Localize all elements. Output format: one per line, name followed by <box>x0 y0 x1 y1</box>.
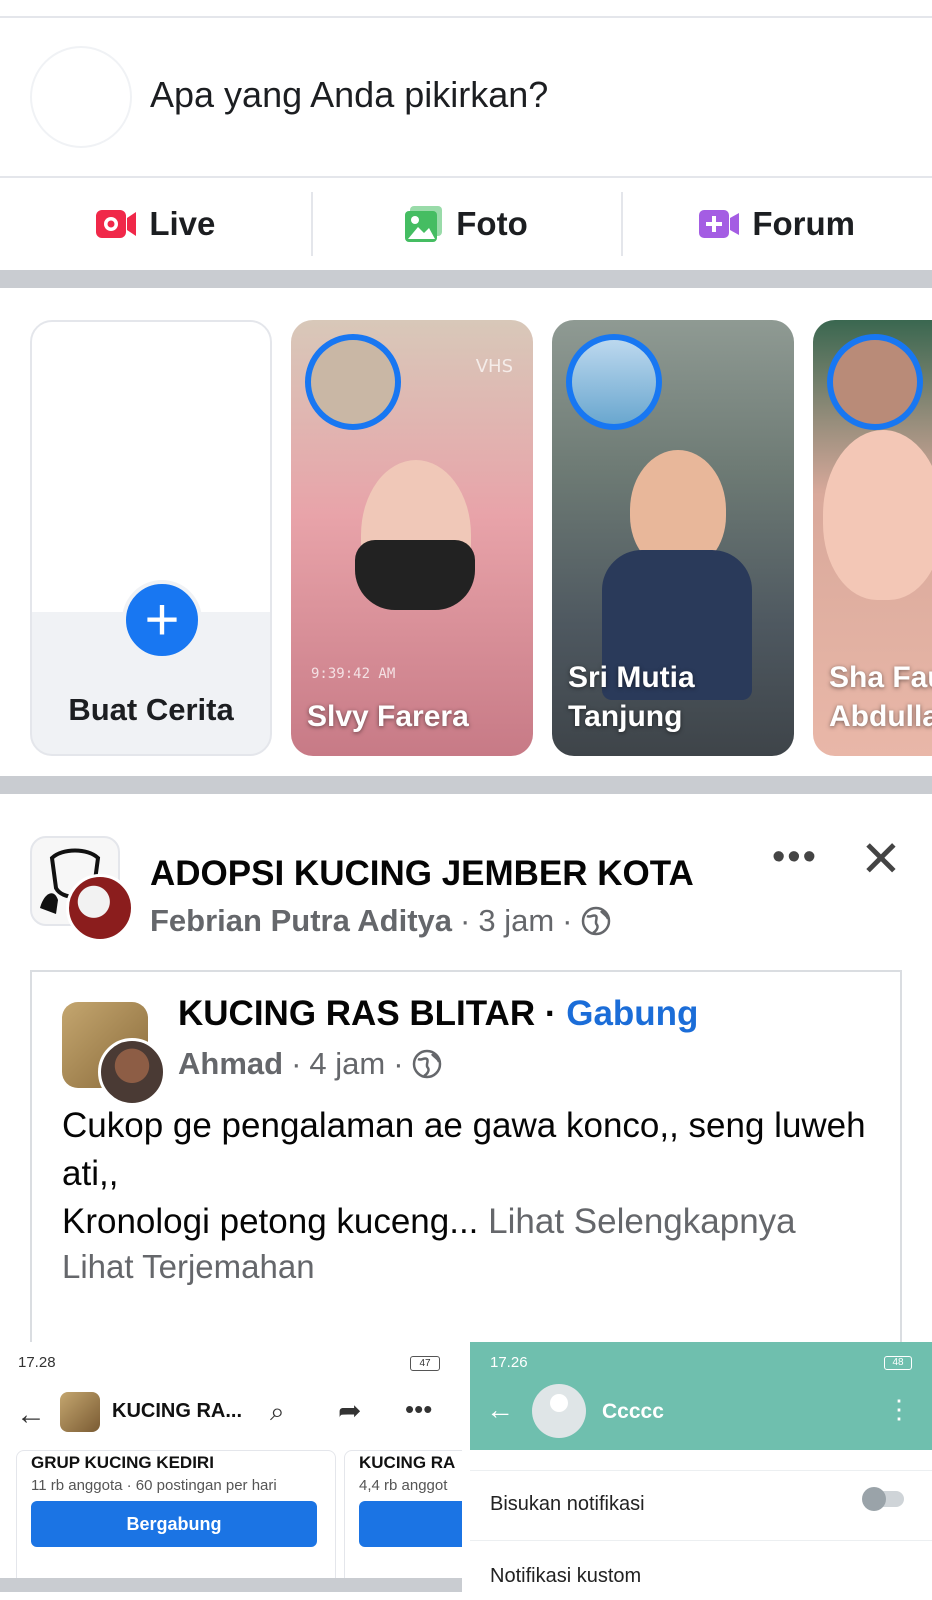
battery-icon: 47 <box>410 1356 440 1371</box>
room-label: Forum <box>752 205 856 242</box>
room-button[interactable]: Forum <box>621 178 932 270</box>
status-time: 17.28 <box>18 1354 56 1371</box>
attached-screenshot-left[interactable]: 17.28 47 ← KUCING RA... ⌕ ➦ ••• GRUP KUC… <box>0 1342 462 1600</box>
meta-separator: · <box>291 1046 302 1081</box>
meta-separator: · <box>460 903 471 938</box>
story-name: Slvy Farera <box>307 700 469 733</box>
stories-tray: + Buat Cerita VHS 9:39:42 AM Slvy Farera… <box>0 290 932 776</box>
section-divider <box>0 270 932 288</box>
card-subtitle: 4,4 rb anggot <box>359 1477 448 1494</box>
live-video-icon <box>96 210 137 238</box>
divider <box>0 1578 462 1592</box>
post-header: ADOPSI KUCING JEMBER KOTA Febrian Putra … <box>0 808 932 948</box>
post-group-name[interactable]: ADOPSI KUCING JEMBER KOTA <box>150 854 694 894</box>
photo-label: Foto <box>456 205 528 242</box>
mute-row: Bisukan notifikasi <box>470 1470 932 1541</box>
card-title: KUCING RA <box>359 1453 456 1472</box>
attached-screenshot-right[interactable]: 17.26 48 ← Ccccc ⋮ Bisukan notifikasi No… <box>470 1342 932 1600</box>
shared-time[interactable]: 4 jam <box>309 1046 385 1082</box>
suggested-group-card: GRUP KUCING KEDIRI 11 rb anggota · 60 po… <box>16 1450 336 1590</box>
post-author[interactable]: Febrian Putra Aditya <box>150 903 452 939</box>
story-card[interactable]: Sha Fau Abdulla <box>813 320 932 756</box>
see-translation-link[interactable]: Lihat Terjemahan <box>62 1248 315 1286</box>
shared-author-avatar[interactable] <box>98 1038 166 1106</box>
shared-author[interactable]: Ahmad <box>178 1046 283 1082</box>
card-title: GRUP KUCING KEDIRI <box>31 1453 214 1472</box>
story-avatar <box>566 334 662 430</box>
post-time[interactable]: 3 jam <box>478 903 554 939</box>
photo-button[interactable]: Foto <box>310 178 622 270</box>
meta-separator: · <box>562 903 573 938</box>
shared-post-title: KUCING RAS BLITAR · Gabung <box>178 994 698 1034</box>
post-text: Cukop ge pengalaman ae gawa konco,, seng… <box>62 1102 882 1246</box>
create-story-image <box>32 322 270 612</box>
join-button <box>359 1501 462 1547</box>
user-avatar[interactable] <box>30 46 132 148</box>
story-avatar <box>305 334 401 430</box>
mute-toggle <box>862 1487 904 1511</box>
create-story-card[interactable]: + Buat Cerita <box>30 320 272 756</box>
plus-icon[interactable]: + <box>122 580 202 660</box>
globe-icon <box>581 906 610 936</box>
custom-notification-row: Notifikasi kustom <box>470 1540 932 1600</box>
shared-group-name[interactable]: KUCING RAS BLITAR <box>178 994 535 1033</box>
chat-header: 17.26 48 ← Ccccc ⋮ <box>470 1342 932 1450</box>
author-avatar[interactable] <box>66 874 134 942</box>
more-icon: ••• <box>405 1394 433 1424</box>
composer-actions: Live Foto Forum <box>0 178 932 270</box>
more-options-icon[interactable]: ••• <box>772 836 818 879</box>
story-card[interactable]: VHS 9:39:42 AM Slvy Farera <box>291 320 533 756</box>
vhs-overlay: VHS <box>475 356 513 377</box>
post-text-line2: Kronologi petong kuceng... <box>62 1202 479 1241</box>
composer-prompt[interactable]: Apa yang Anda pikirkan? <box>150 74 548 116</box>
share-icon: ➦ <box>338 1395 362 1426</box>
mask-shape <box>355 540 475 610</box>
card-subtitle: 11 rb anggota · 60 postingan per hari <box>31 1477 277 1494</box>
create-story-label: Buat Cerita <box>68 692 234 727</box>
section-divider <box>0 776 932 794</box>
live-label: Live <box>149 205 216 242</box>
search-icon: ⌕ <box>270 1396 285 1426</box>
image-gap <box>462 1342 470 1600</box>
story-photo <box>823 430 932 600</box>
contact-avatar <box>532 1384 586 1438</box>
title-separator: · <box>544 994 557 1033</box>
mute-label: Bisukan notifikasi <box>490 1493 645 1515</box>
post-meta: Febrian Putra Aditya · 3 jam · <box>150 903 611 939</box>
join-button: Bergabung <box>31 1501 317 1547</box>
group-header: ← KUCING RA... ⌕ ➦ ••• <box>0 1382 462 1452</box>
shared-post[interactable]: KUCING RAS BLITAR · Gabung Ahmad · 4 jam… <box>30 970 902 1390</box>
post-composer[interactable]: Apa yang Anda pikirkan? <box>0 18 932 176</box>
story-name: Sri Mutia Tanjung <box>568 661 695 733</box>
suggested-group-card: KUCING RA 4,4 rb anggot <box>344 1450 462 1590</box>
post-text-line1: Cukop ge pengalaman ae gawa konco,, seng… <box>62 1106 866 1193</box>
room-video-icon <box>699 210 740 238</box>
story-card[interactable]: Sri Mutia Tanjung <box>552 320 794 756</box>
status-time: 17.26 <box>490 1354 528 1371</box>
story-name: Sha Fau Abdulla <box>829 661 932 733</box>
see-more-link[interactable]: Lihat Selengkapnya <box>488 1202 795 1241</box>
shared-post-meta: Ahmad · 4 jam · <box>178 1046 442 1082</box>
back-arrow-icon: ← <box>486 1394 514 1425</box>
battery-icon: 48 <box>884 1356 912 1370</box>
close-icon[interactable]: ✕ <box>860 830 902 888</box>
live-button[interactable]: Live <box>0 178 311 270</box>
join-group-link[interactable]: Gabung <box>566 994 698 1033</box>
contact-name: Ccccc <box>602 1400 664 1423</box>
back-arrow-icon: ← <box>16 1398 46 1431</box>
photo-icon <box>405 206 443 242</box>
group-thumbnail <box>60 1392 100 1432</box>
story-timestamp: 9:39:42 AM <box>311 666 396 682</box>
story-avatar <box>827 334 923 430</box>
globe-icon <box>412 1049 441 1079</box>
custom-notification-label: Notifikasi kustom <box>490 1565 642 1587</box>
meta-separator: · <box>393 1046 404 1081</box>
group-title: KUCING RA... <box>112 1400 242 1422</box>
kebab-menu-icon: ⋮ <box>886 1394 912 1424</box>
